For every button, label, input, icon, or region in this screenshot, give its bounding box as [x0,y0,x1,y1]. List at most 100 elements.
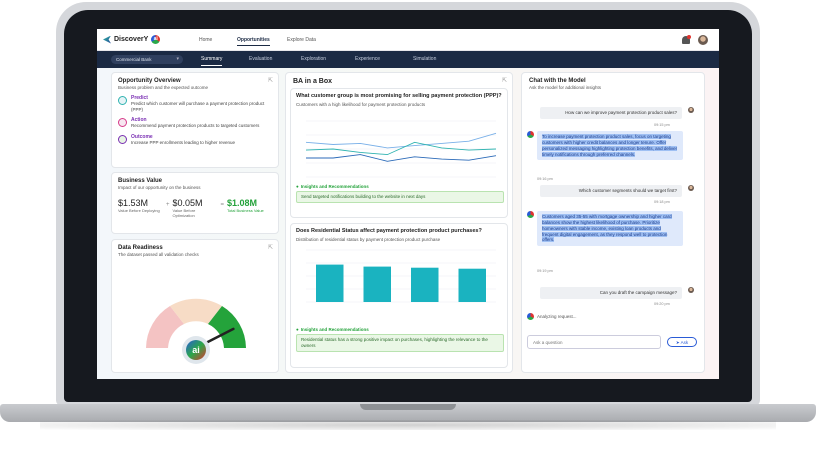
user-avatar [688,185,694,191]
nav-link-home[interactable]: Home [199,37,212,43]
opportunity-card: ⇱ Opportunity Overview Business problem … [111,72,279,168]
recommendation-block: ● Insights and Recommendations Residenti… [296,327,504,352]
question-title: What customer group is most promising fo… [296,93,502,99]
plus-operator: + [166,202,170,208]
user-avatar[interactable] [698,35,708,45]
recommendation-header: ● Insights and Recommendations [296,184,504,189]
nav-link-explore-data[interactable]: Explore Data [287,37,316,43]
data-readiness-title: Data Readiness [118,245,163,251]
bot-avatar [527,313,534,320]
chat-message-bot: Customers aged 35-55 with mortgage owner… [537,211,683,247]
business-value-item: $0.05M Value Before Optimization [172,198,217,219]
bot-message-text: Customers aged 35-55 with mortgage owner… [542,214,672,243]
business-value-row: $1.53M Value Before Deploying + $0.05M V… [118,198,272,219]
recommendation-head-text: Insights and Recommendations [300,327,369,332]
message-timestamp: 09:18 pm [654,200,670,204]
bot-avatar [527,211,534,218]
business-value-number: $1.08M [226,198,257,208]
ba-in-a-box-title: BA in a Box [293,78,333,85]
top-navbar: DiscoverY ai Home Opportunities Explore … [97,29,719,51]
dataset-selector-value: Commercial Bank [116,57,152,62]
business-value-number: $0.05M [172,198,203,208]
message-timestamp: 09:19 pm [537,269,553,273]
target-icon [118,96,127,105]
user-avatar [688,107,694,113]
line-chart [305,120,497,178]
laptop-mockup: { "app": { "brand_text": "DiscoverY", "b… [0,0,816,465]
bar [411,267,439,302]
tab-experience[interactable]: Experience [355,56,380,62]
message-timestamp: 09:16 pm [537,177,553,181]
chart-series [316,264,486,302]
opportunity-item-action: Action Recommend payment protection prod… [118,117,272,129]
outcome-icon [118,134,127,144]
sub-navbar: Commercial Bank ▾ Summary Evaluation Exp… [97,51,719,68]
brand-ai-badge: ai [151,35,161,44]
message-timestamp: 09:20 pm [654,302,670,306]
chat-subtitle: Ask the model for additional insights [529,85,602,90]
opportunity-item-text: Recommend payment protection products to… [131,123,260,129]
chat-message-user: Can you draft the campaign message? [540,287,682,299]
brand-text: DiscoverY [114,36,149,43]
opportunity-item-text: Increase PPP enrollments leading to high… [131,139,235,145]
readiness-gauge: ai [146,298,246,364]
tab-summary[interactable]: Summary [201,56,223,66]
ask-button[interactable]: ➤ Ask [667,337,697,347]
recommendation-header: ● Insights and Recommendations [296,327,504,332]
gauge-ai-badge: ai [192,345,200,355]
opportunity-item-outcome: Outcome Increase PPP enrollments leading… [118,134,272,146]
laptop-shadow [40,420,776,430]
dataset-selector[interactable]: Commercial Bank ▾ [111,55,183,64]
series-line-3 [306,154,497,162]
notification-dot [687,35,691,39]
brand-mark-icon [103,35,111,44]
lightbulb-icon: ● [296,184,299,189]
business-value-title: Business Value [118,178,163,184]
business-value-label: Value Before Optimization [172,208,196,218]
ask-button-label: Ask [680,340,689,345]
business-value-item: $1.08M Total Business Value [227,198,272,214]
recommendation-text: Residential status has a strong positive… [296,334,504,352]
brand-logo[interactable]: DiscoverY ai [103,35,161,44]
message-timestamp: 09:15 pm [654,123,670,127]
series-line-1 [305,132,497,149]
typing-indicator: Analyzing request... [537,314,577,319]
tab-simulation[interactable]: Simulation [413,56,436,62]
bar-chart [306,249,496,303]
business-value-label: Value Before Deploying [118,208,160,213]
data-readiness-card: ⇱ Data Readiness The dataset passed all … [111,239,279,373]
bot-message-text: To increase payment protection product s… [542,134,678,157]
ba-in-a-box-card: ⇱ BA in a Box What customer group is mos… [285,72,513,373]
opportunity-item-text: Predict which customer will purchase a p… [131,101,265,112]
question-description: Customers with a high likelihood for pay… [296,101,426,107]
chat-message-user: Which customer segments should we target… [540,185,682,197]
bar [363,266,391,302]
send-icon: ➤ [675,340,680,345]
recommendation-head-text: Insights and Recommendations [300,184,369,189]
business-value-number: $1.53M [118,198,149,208]
expand-icon[interactable]: ⇱ [268,244,273,251]
bar [458,268,486,302]
bar [316,264,344,302]
opportunity-item-predict: Predict Predict which customer will purc… [118,95,272,112]
chart-series [305,132,497,162]
question-title: Does Residential Status affect payment p… [296,228,482,234]
chat-card: Chat with the Model Ask the model for ad… [521,72,705,373]
tab-exploration[interactable]: Exploration [301,56,326,62]
question-card-2: Does Residential Status affect payment p… [290,223,508,368]
nav-link-opportunities[interactable]: Opportunities [237,37,270,46]
tab-evaluation[interactable]: Evaluation [249,56,272,62]
action-icon [118,118,127,128]
expand-icon[interactable]: ⇱ [268,77,273,84]
equals-operator: = [220,202,224,208]
recommendation-text: Send targeted notifications building to … [296,191,504,203]
bot-avatar [527,131,534,138]
business-value-label: Total Business Value [226,208,264,213]
laptop-notch [360,404,456,410]
expand-icon[interactable]: ⇱ [502,77,507,84]
chat-title: Chat with the Model [529,78,586,84]
dashboard-content: ⇱ Opportunity Overview Business problem … [97,68,719,379]
chat-input[interactable] [527,335,661,349]
opportunity-subtitle: Business problem and the expected outcom… [118,85,209,90]
opportunity-title: Opportunity Overview [118,78,181,84]
